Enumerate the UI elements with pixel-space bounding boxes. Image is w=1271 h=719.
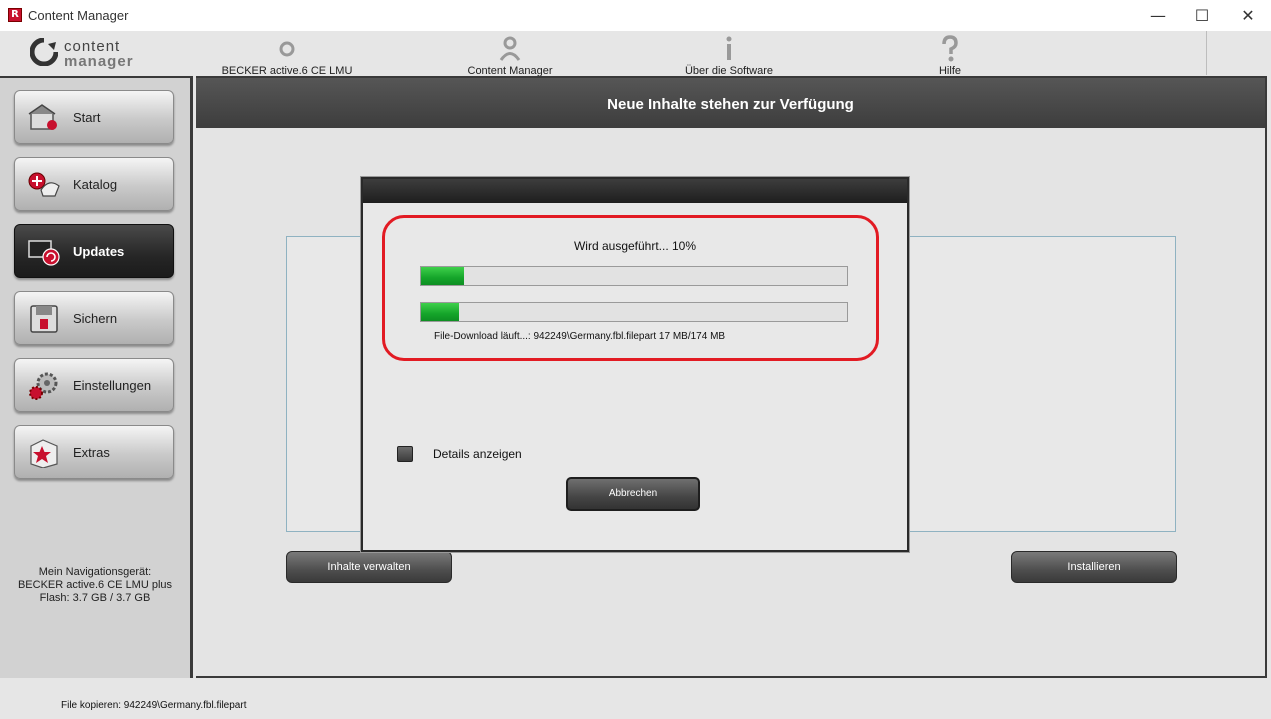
progress-dialog: Wird ausgeführt... 10% File-Download läu… (361, 177, 909, 552)
file-progress-bar (420, 302, 848, 322)
close-button[interactable]: ✕ (1225, 0, 1271, 31)
manage-content-button[interactable]: Inhalte verwalten (286, 551, 452, 583)
progress-status-text: Wird ausgeführt... 10% (573, 239, 697, 253)
sidebar-item-label: Sichern (73, 311, 118, 326)
sidebar-item-label: Start (73, 110, 101, 125)
settings-icon (29, 372, 58, 400)
install-button[interactable]: Installieren (1011, 551, 1177, 583)
content-manager-logo: content manager (30, 34, 140, 74)
save-icon (30, 305, 58, 333)
device-icon (279, 41, 295, 57)
page-title: Neue Inhalte stehen zur Verfügung (607, 96, 854, 113)
sidebar: Start Katalog Updates Sichern Einstellun… (0, 76, 193, 678)
device-info-line3: Flash: 3.7 GB / 3.7 GB (39, 592, 151, 604)
sidebar-item-label: Updates (73, 244, 125, 259)
updates-icon (28, 240, 60, 266)
main-header: Neue Inhalte stehen zur Verfügung (196, 78, 1265, 128)
sidebar-item-katalog[interactable]: Katalog (14, 157, 174, 211)
details-checkbox[interactable] (397, 446, 413, 462)
sidebar-item-label: Extras (73, 445, 110, 460)
sidebar-item-start[interactable]: Start (14, 90, 174, 144)
overall-progress-bar (420, 266, 848, 286)
window-titlebar: R Content Manager — ☐ ✕ (0, 0, 1271, 32)
logo-swirl-icon (30, 38, 58, 66)
file-download-text: File-Download läuft...: 942249\Germany.f… (434, 331, 726, 342)
sidebar-item-updates[interactable]: Updates (14, 224, 174, 278)
sidebar-item-label: Katalog (73, 177, 118, 192)
sidebar-item-extras[interactable]: Extras (14, 425, 174, 479)
toolbar-help[interactable]: Hilfe (930, 35, 970, 77)
user-icon (499, 36, 521, 61)
help-icon (942, 35, 958, 62)
file-progress-fill (421, 303, 460, 321)
sidebar-item-sichern[interactable]: Sichern (14, 291, 174, 345)
maximize-button[interactable]: ☐ (1179, 0, 1225, 31)
toolbar-about[interactable]: Über die Software (684, 35, 774, 77)
overall-progress-fill (421, 267, 464, 285)
statusbar-text: File kopieren: 942249\Germany.fbl.filepa… (61, 700, 247, 711)
extras-icon (30, 439, 58, 468)
details-label[interactable]: Details anzeigen (433, 447, 522, 461)
sidebar-item-label: Einstellungen (73, 378, 152, 393)
dialog-titlebar (363, 179, 907, 203)
sidebar-item-einstellungen[interactable]: Einstellungen (14, 358, 174, 412)
logo-text-line2: manager (64, 53, 134, 70)
home-icon (28, 104, 57, 130)
device-info-line1: Mein Navigationsgerät: (38, 566, 152, 578)
toolbar-divider (1206, 31, 1207, 75)
cancel-button[interactable]: Abbrechen (566, 477, 700, 511)
statusbar: File kopieren: 942249\Germany.fbl.filepa… (0, 678, 1271, 719)
info-icon (726, 36, 732, 60)
minimize-button[interactable]: — (1135, 0, 1181, 31)
window-title: Content Manager (28, 8, 129, 23)
content-manager-app-icon: R (8, 8, 22, 22)
catalog-icon (28, 172, 60, 197)
device-info-line2: BECKER active.6 CE LMU plus (17, 579, 173, 591)
top-toolbar: content manager BECKER active.6 CE LMU p… (0, 31, 1271, 89)
device-info: Mein Navigationsgerät: BECKER active.6 C… (0, 566, 190, 605)
